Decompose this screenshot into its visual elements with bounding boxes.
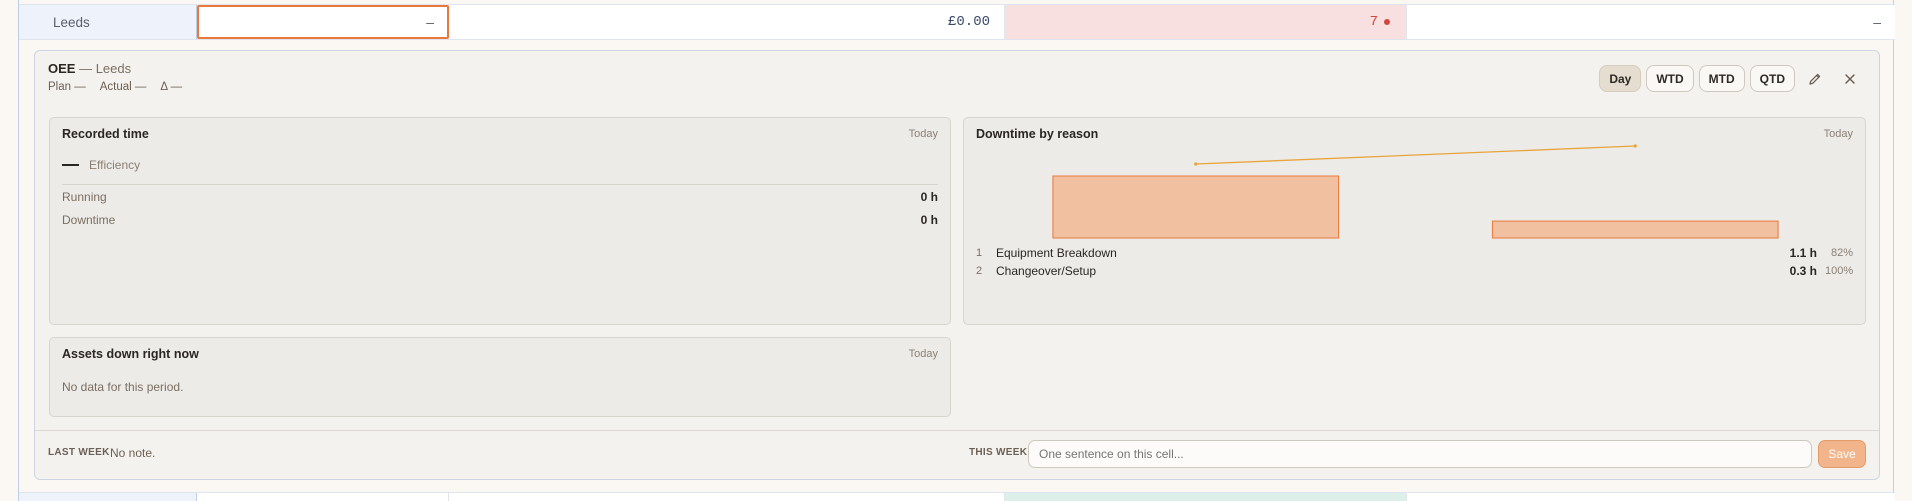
meta-actual: Actual —: [99, 81, 147, 93]
last-week-note: No note.: [110, 446, 156, 460]
period-qtd-button[interactable]: QTD: [1749, 65, 1795, 92]
downtime-reason-card: Downtime by reason Today 1 Equipment Bre…: [963, 117, 1866, 325]
alert-dot-icon: [1384, 19, 1390, 25]
panel-title: OEE — Leeds: [48, 61, 132, 76]
plan-cell-value: –: [426, 14, 434, 30]
this-week-label: THIS WEEK: [969, 447, 1028, 458]
downtime-pareto-chart: [1052, 144, 1779, 239]
downtime-bar[interactable]: [1491, 220, 1779, 239]
downtime-row: Downtime 0 h: [62, 213, 938, 227]
count-value: 7: [1369, 14, 1378, 30]
efficiency-label: Efficiency: [89, 158, 141, 172]
recorded-time-period: Today: [908, 128, 938, 140]
last-week-label: LAST WEEK: [48, 447, 110, 458]
cumulative-point: [1633, 144, 1637, 148]
save-note-button[interactable]: Save: [1818, 440, 1866, 468]
active-cell-outline: [197, 5, 449, 39]
assets-empty-message: No data for this period.: [62, 380, 184, 394]
running-row: Running 0 h: [62, 184, 938, 208]
edit-pencil-icon[interactable]: [1800, 65, 1830, 92]
panel-meta: Plan — Actual — Δ —: [48, 81, 182, 93]
oee-detail-panel: OEE — Leeds Plan — Actual — Δ — Day WTD …: [34, 50, 1880, 480]
row-site-name[interactable]: Leeds: [19, 5, 197, 39]
grid-frame: Leeds – £0.00 7 – OEE — Leeds Plan — Act…: [18, 0, 1895, 501]
close-icon[interactable]: [1835, 65, 1865, 92]
cumulative-line: [1195, 145, 1636, 165]
meta-delta: Δ —: [160, 81, 183, 93]
count-cell[interactable]: 7: [1005, 5, 1407, 39]
plan-cell-editor[interactable]: –: [197, 5, 449, 39]
period-wtd-button[interactable]: WTD: [1646, 65, 1694, 92]
notes-bar: LAST WEEK No note. THIS WEEK Save: [35, 430, 1879, 480]
period-day-button[interactable]: Day: [1599, 65, 1642, 92]
recorded-time-title: Recorded time: [62, 127, 149, 141]
reason-row[interactable]: 2 Changeover/Setup 0.3 h 100%: [976, 262, 1853, 280]
table-row: Leeds – £0.00 7 –: [19, 4, 1895, 40]
efficiency-metric: Efficiency: [62, 158, 140, 172]
money-cell[interactable]: £0.00: [449, 5, 1005, 39]
last-cell[interactable]: –: [1407, 5, 1895, 39]
cumulative-point: [1194, 162, 1198, 166]
downtime-bar[interactable]: [1052, 175, 1340, 239]
this-week-note-input[interactable]: [1028, 440, 1812, 468]
reason-row[interactable]: 1 Equipment Breakdown 1.1 h 82%: [976, 244, 1853, 262]
assets-down-period: Today: [908, 348, 938, 360]
table-row: [19, 492, 1895, 501]
recorded-time-card: Recorded time Today Efficiency Running 0…: [49, 117, 951, 325]
efficiency-dash-icon: [62, 164, 79, 166]
assets-down-title: Assets down right now: [62, 347, 199, 361]
assets-down-card: Assets down right now Today No data for …: [49, 337, 951, 417]
panel-toolbar: Day WTD MTD QTD: [1599, 65, 1865, 92]
meta-plan: Plan —: [48, 81, 86, 93]
period-mtd-button[interactable]: MTD: [1698, 65, 1745, 92]
